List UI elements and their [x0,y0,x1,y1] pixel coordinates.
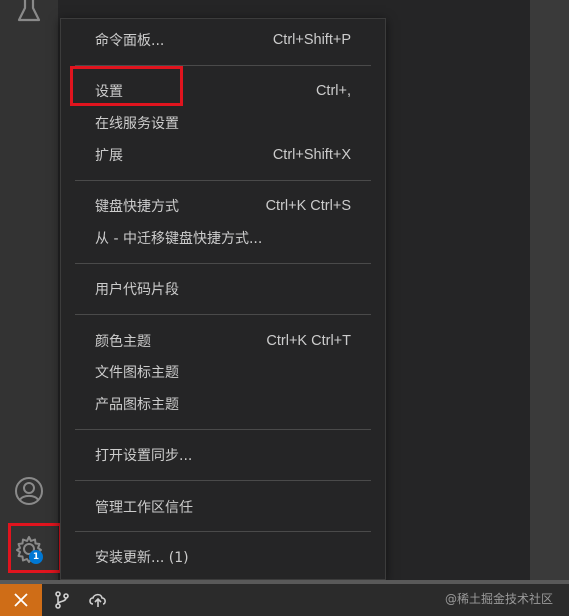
menu-separator [75,263,371,264]
gear-highlight-box [8,523,62,573]
account-icon[interactable] [12,474,46,508]
menu-separator [75,180,371,181]
menu-item-install-update[interactable]: 安装更新... (1) [75,543,371,571]
menu-separator [75,314,371,315]
watermark-text: @稀土掘金技术社区 [444,592,553,606]
menu-item-user-snippets[interactable]: 用户代码片段 [75,275,371,303]
right-panel [530,0,569,580]
menu-item-file-icon-theme[interactable]: 文件图标主题 [75,358,371,386]
vscode-window: 1 命令面板... Ctrl+Shift+P 设置 Ctrl+, 在线服务设置 … [0,0,569,616]
menu-item-workspace-trust[interactable]: 管理工作区信任 [75,493,371,521]
cloud-upload-icon[interactable] [86,588,110,612]
menu-separator [75,480,371,481]
remote-icon [14,593,28,607]
menu-separator [75,429,371,430]
menu-item-settings-sync[interactable]: 打开设置同步... [75,441,371,469]
settings-highlight-box [70,66,183,106]
menu-item-command-palette[interactable]: 命令面板... Ctrl+Shift+P [75,26,371,54]
menu-item-online-services-settings[interactable]: 在线服务设置 [75,109,371,137]
remote-button[interactable] [0,584,42,616]
menu-item-keyboard-shortcuts[interactable]: 键盘快捷方式 Ctrl+K Ctrl+S [75,192,371,220]
source-control-icon[interactable] [50,588,74,612]
menu-item-migrate-keybindings[interactable]: 从 - 中迁移键盘快捷方式... [75,224,371,252]
menu-item-extensions[interactable]: 扩展 Ctrl+Shift+X [75,141,371,169]
menu-item-product-icon-theme[interactable]: 产品图标主题 [75,390,371,418]
flask-icon[interactable] [12,0,46,28]
activity-bar: 1 [0,0,58,580]
menu-separator [75,531,371,532]
menu-item-color-theme[interactable]: 颜色主题 Ctrl+K Ctrl+T [75,327,371,355]
status-bar: @稀土掘金技术社区 [0,580,569,616]
